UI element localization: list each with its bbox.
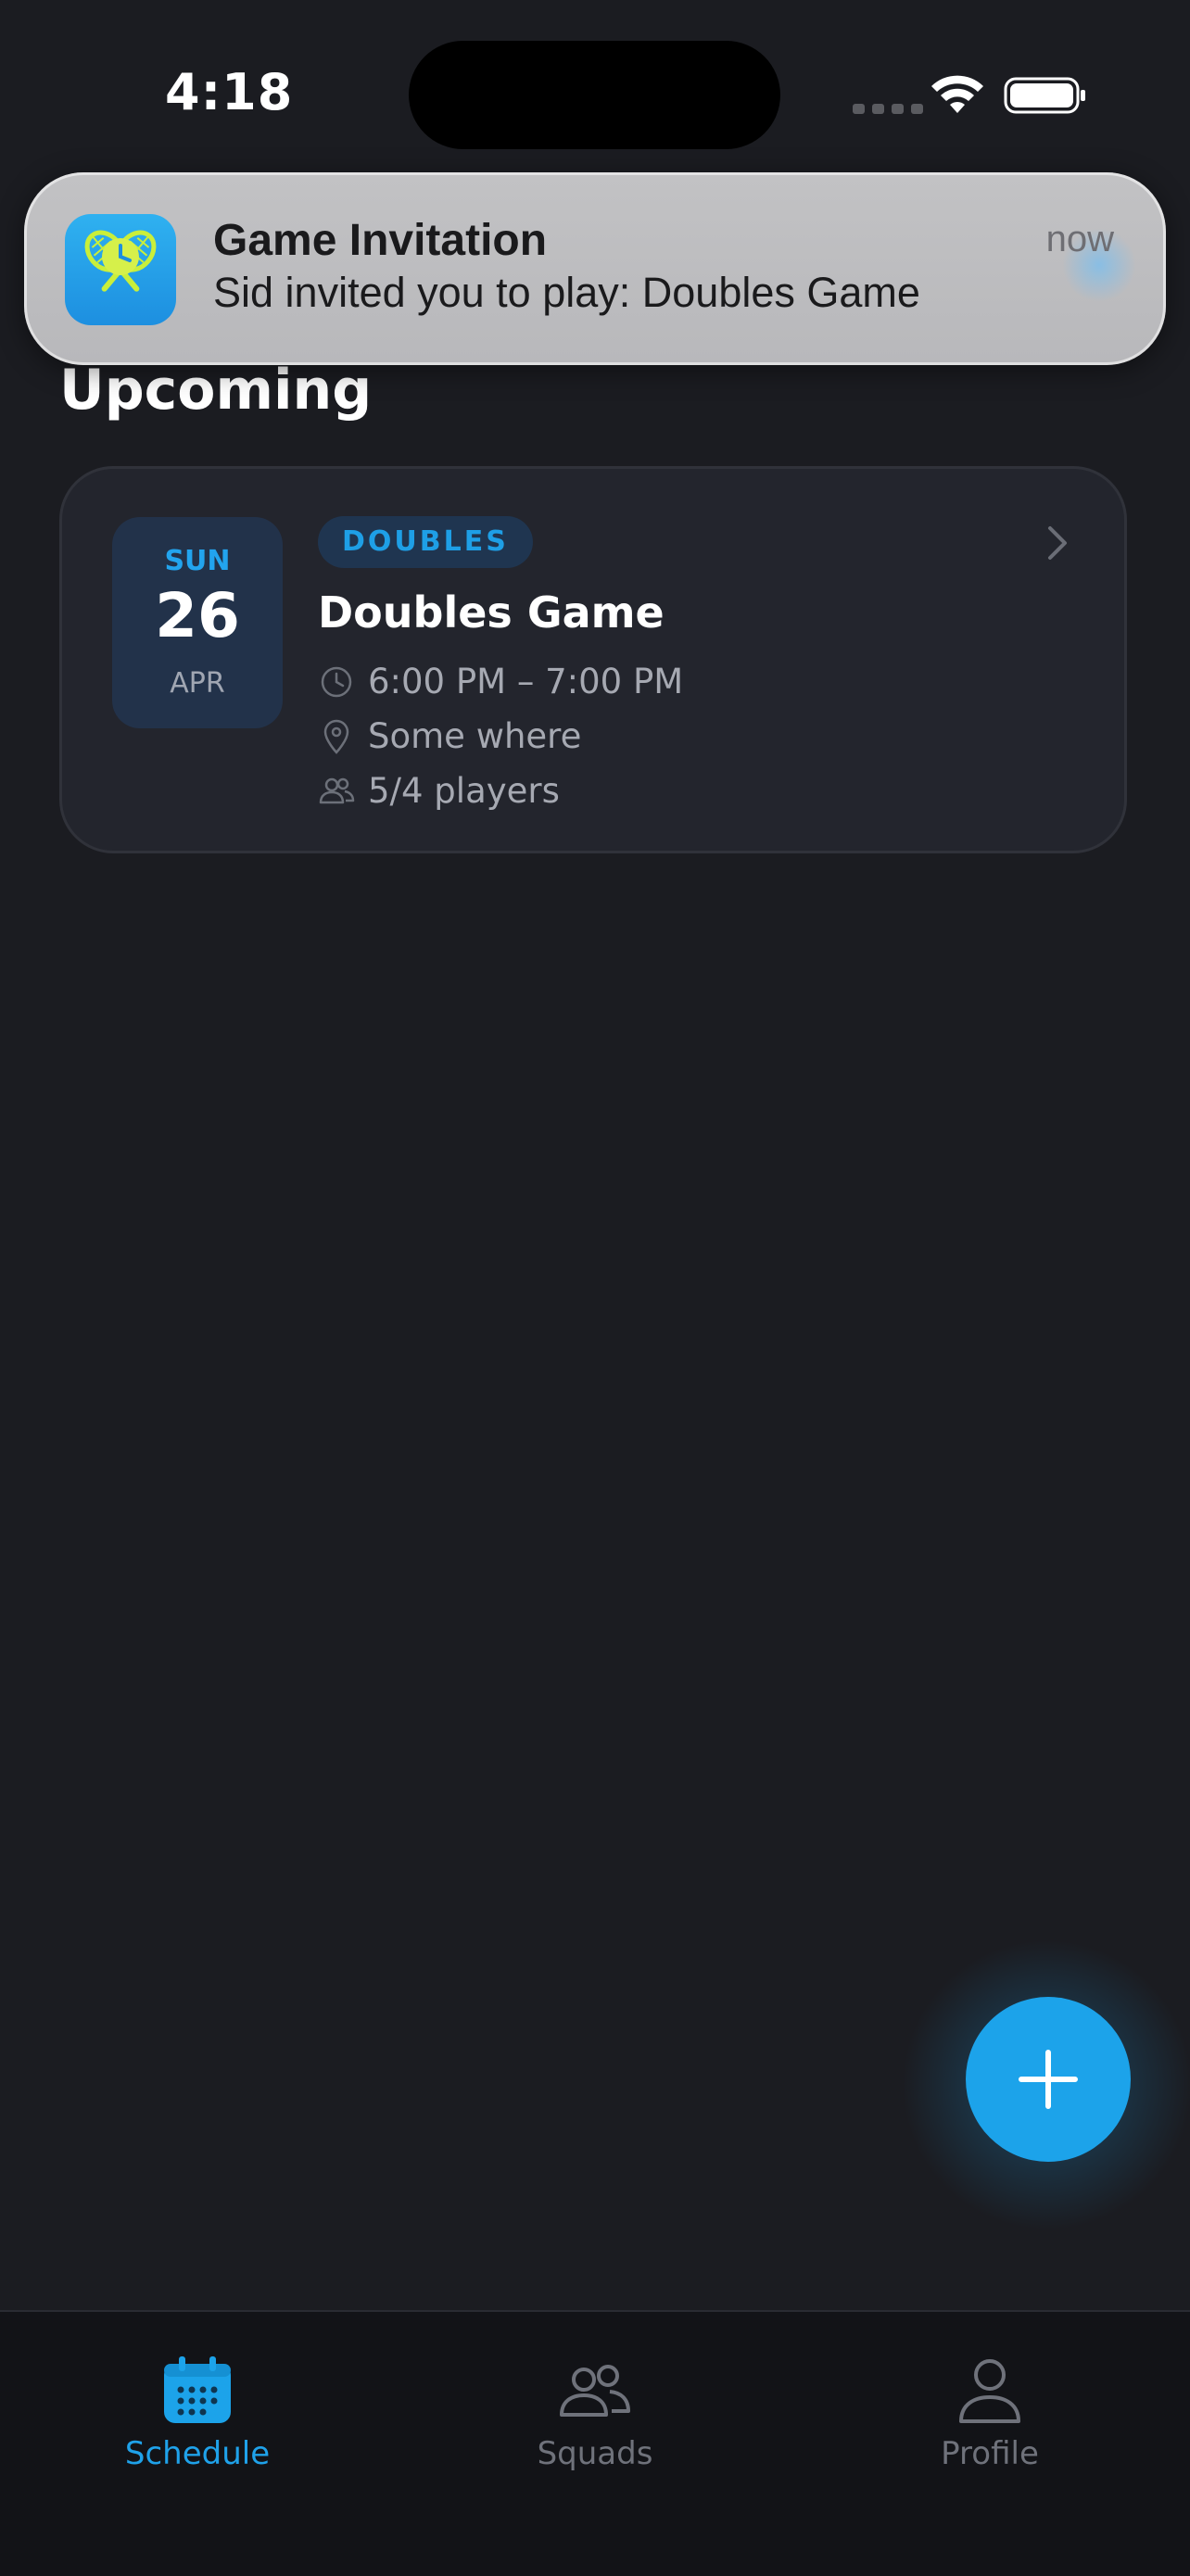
plus-icon bbox=[1019, 2050, 1078, 2109]
notification-title: Game Invitation bbox=[213, 216, 548, 265]
calendar-icon bbox=[58, 2354, 336, 2428]
tab-squads[interactable]: Squads bbox=[456, 2354, 734, 2472]
dynamic-island bbox=[409, 41, 780, 149]
tab-bar: Schedule Squads Profile bbox=[0, 2310, 1190, 2576]
game-type-badge: DOUBLES bbox=[318, 516, 533, 568]
wifi-icon bbox=[931, 75, 983, 113]
app-icon bbox=[65, 214, 176, 325]
tab-profile[interactable]: Profile bbox=[851, 2354, 1129, 2472]
date-box: SUN 26 APR bbox=[112, 517, 283, 728]
notification-body: Sid invited you to play: Doubles Game bbox=[213, 269, 920, 316]
event-location: Some where bbox=[368, 716, 582, 756]
section-title-upcoming: Upcoming bbox=[59, 358, 373, 423]
battery-icon bbox=[1004, 77, 1085, 114]
tab-label-schedule: Schedule bbox=[124, 2435, 271, 2472]
event-time-row: 6:00 PM – 7:00 PM bbox=[318, 662, 683, 701]
event-players: 5/4 players bbox=[368, 771, 560, 811]
event-card[interactable]: SUN 26 APR DOUBLES Doubles Game 6:00 PM … bbox=[59, 466, 1127, 853]
tab-label-squads: Squads bbox=[537, 2435, 653, 2472]
cellular-signal-icon bbox=[853, 104, 923, 114]
person-icon bbox=[851, 2354, 1129, 2428]
add-game-button[interactable] bbox=[966, 1997, 1131, 2162]
notification-banner[interactable]: Game Invitation Sid invited you to play:… bbox=[24, 172, 1166, 365]
chevron-right-icon bbox=[1048, 526, 1067, 560]
clock-icon bbox=[318, 663, 355, 701]
event-location-row: Some where bbox=[318, 716, 581, 756]
people-icon bbox=[318, 773, 355, 810]
location-pin-icon bbox=[318, 718, 355, 755]
tab-label-profile: Profile bbox=[941, 2435, 1039, 2472]
date-day: 26 bbox=[155, 580, 240, 651]
event-time: 6:00 PM – 7:00 PM bbox=[368, 662, 684, 701]
date-day-of-week: SUN bbox=[164, 545, 231, 577]
event-title: Doubles Game bbox=[318, 587, 665, 638]
notification-time: now bbox=[1045, 219, 1114, 259]
date-month: APR bbox=[170, 667, 225, 700]
tab-schedule[interactable]: Schedule bbox=[58, 2354, 336, 2472]
event-players-row: 5/4 players bbox=[318, 771, 560, 811]
people-icon bbox=[456, 2354, 734, 2428]
status-time: 4:18 bbox=[165, 63, 294, 121]
